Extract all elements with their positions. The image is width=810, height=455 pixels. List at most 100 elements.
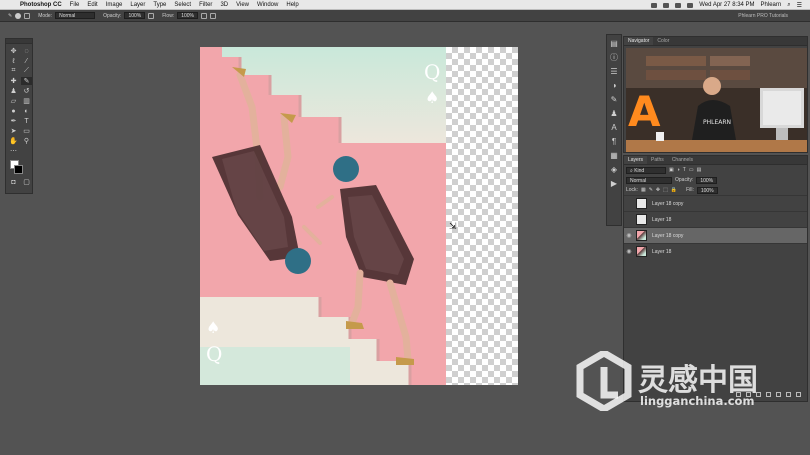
lock-transparent-icon[interactable]: ▦ xyxy=(641,187,646,193)
actions-panel-icon[interactable]: ▶ xyxy=(607,178,621,189)
styles-panel-icon[interactable]: ◈ xyxy=(607,164,621,175)
layer-row[interactable]: Layer 18 copy xyxy=(624,195,807,211)
menu-3d[interactable]: 3D xyxy=(220,2,228,8)
brush-icon: ✎ xyxy=(8,12,13,19)
filter-adjust-icon[interactable]: ◑ xyxy=(677,167,680,173)
lock-position-icon[interactable]: ✥ xyxy=(656,187,660,193)
airbrush-icon[interactable] xyxy=(201,12,207,19)
hand-tool-icon[interactable]: ✋ xyxy=(8,137,19,145)
layer-row-selected[interactable]: ◉ Layer 18 copy xyxy=(624,227,807,243)
wifi-icon[interactable] xyxy=(675,2,682,8)
marquee-tool-icon[interactable]: ◌ xyxy=(21,47,32,55)
pressure-size-icon[interactable] xyxy=(210,12,216,19)
tab-layers[interactable]: Layers xyxy=(624,156,648,164)
lock-all-icon[interactable]: 🔒 xyxy=(671,187,677,193)
type-tool-icon[interactable]: T xyxy=(21,117,32,125)
history-panel-icon[interactable]: ▤ xyxy=(607,38,621,49)
brush-tool-icon[interactable]: ✎ xyxy=(21,77,32,85)
quick-select-tool-icon[interactable]: ⁄ xyxy=(21,57,32,65)
layer-name[interactable]: Layer 18 xyxy=(652,249,671,255)
blur-tool-icon[interactable]: ● xyxy=(8,107,19,115)
options-bar: ✎ Mode: Normal Opacity: 100% Flow: 100% … xyxy=(0,10,810,22)
mode-select[interactable]: Normal xyxy=(55,12,96,19)
layer-opacity-field[interactable]: 100% xyxy=(696,176,718,184)
list-icon[interactable]: ☰ xyxy=(797,2,802,9)
tab-channels[interactable]: Channels xyxy=(668,156,697,164)
pressure-opacity-icon[interactable] xyxy=(148,12,155,19)
tab-navigator[interactable]: Navigator xyxy=(624,37,654,45)
status-icon[interactable] xyxy=(663,2,670,8)
eraser-tool-icon[interactable]: ▱ xyxy=(8,97,19,105)
zoom-tool-icon[interactable]: ⚲ xyxy=(21,137,32,145)
flow-field[interactable]: 100% xyxy=(177,12,198,19)
filter-smart-icon[interactable]: ▤ xyxy=(697,167,702,173)
stamp-tool-icon[interactable]: ♟ xyxy=(8,87,19,95)
filter-kind-select[interactable]: ⌕ Kind xyxy=(626,166,666,174)
menu-status-area: Wed Apr 27 8:34 PM Phlearn ⌕ ☰ xyxy=(651,0,802,10)
color-swatches[interactable] xyxy=(8,160,30,176)
move-tool-icon[interactable]: ✥ xyxy=(8,47,19,55)
eye-icon[interactable]: ◉ xyxy=(624,248,634,255)
menu-help[interactable]: Help xyxy=(286,2,298,8)
adjustments-panel-icon[interactable]: ◑ xyxy=(607,80,621,91)
tab-paths[interactable]: Paths xyxy=(647,156,668,164)
crop-tool-icon[interactable]: ⌗ xyxy=(8,67,19,75)
swatches-panel-icon[interactable]: ▦ xyxy=(607,150,621,161)
menu-edit[interactable]: Edit xyxy=(87,2,97,8)
menu-view[interactable]: View xyxy=(236,2,249,8)
paragraph-panel-icon[interactable]: ¶ xyxy=(607,136,621,147)
tab-color[interactable]: Color xyxy=(653,37,673,45)
info-panel-icon[interactable]: ⓘ xyxy=(607,52,621,63)
brush-panel-icon[interactable]: ✎ xyxy=(607,94,621,105)
clone-source-panel-icon[interactable]: ♟ xyxy=(607,108,621,119)
fill-field[interactable]: 100% xyxy=(696,186,718,194)
character-panel-icon[interactable]: A xyxy=(607,122,621,133)
dodge-tool-icon[interactable]: ◐ xyxy=(21,107,32,115)
brush-preset[interactable]: ✎ xyxy=(8,12,31,19)
screen-mode-icon[interactable]: ▢ xyxy=(21,178,32,186)
properties-panel-icon[interactable]: ☰ xyxy=(607,66,621,77)
layer-name[interactable]: Layer 18 copy xyxy=(652,233,683,239)
menu-select[interactable]: Select xyxy=(174,2,191,8)
gradient-tool-icon[interactable]: ▥ xyxy=(21,97,32,105)
clock[interactable]: Wed Apr 27 8:34 PM xyxy=(699,2,754,8)
layer-row[interactable]: ◉ Layer 18 xyxy=(624,243,807,259)
path-select-tool-icon[interactable]: ➤ xyxy=(8,127,19,135)
menu-image[interactable]: Image xyxy=(106,2,123,8)
pen-tool-icon[interactable]: ✒ xyxy=(8,117,19,125)
filter-shape-icon[interactable]: ▭ xyxy=(689,167,694,173)
layer-thumbnail xyxy=(636,198,647,209)
search-icon[interactable]: ⌕ xyxy=(787,2,790,9)
menu-file[interactable]: File xyxy=(70,2,80,8)
menu-filter[interactable]: Filter xyxy=(199,2,212,8)
blend-mode-select[interactable]: Normal xyxy=(626,176,672,184)
healing-tool-icon[interactable]: ✚ xyxy=(8,77,19,85)
eye-icon[interactable]: ◉ xyxy=(624,232,634,239)
history-brush-tool-icon[interactable]: ↺ xyxy=(21,87,32,95)
background-color[interactable] xyxy=(14,165,23,174)
battery-icon[interactable] xyxy=(687,2,694,8)
filter-type-icon[interactable]: T xyxy=(683,167,686,173)
filter-pixel-icon[interactable]: ▣ xyxy=(669,167,674,173)
menu-layer[interactable]: Layer xyxy=(130,2,145,8)
layer-name[interactable]: Layer 18 xyxy=(652,217,671,223)
lock-image-icon[interactable]: ✎ xyxy=(649,187,653,193)
menu-window[interactable]: Window xyxy=(257,2,278,8)
video-overlay: A PHLEARN xyxy=(626,48,807,152)
status-icon[interactable] xyxy=(651,2,658,8)
menu-type[interactable]: Type xyxy=(153,2,166,8)
eyedropper-tool-icon[interactable]: ⟋ xyxy=(21,67,32,75)
lock-artboard-icon[interactable]: ⬚ xyxy=(663,187,668,193)
layer-name[interactable]: Layer 18 copy xyxy=(652,201,683,207)
opacity-field[interactable]: 100% xyxy=(124,12,146,19)
app-menu[interactable]: Photoshop CC xyxy=(20,2,62,8)
more-tools-icon[interactable]: ⋯ xyxy=(8,147,19,155)
brush-panel-icon[interactable] xyxy=(24,12,31,19)
shape-tool-icon[interactable]: ▭ xyxy=(21,127,32,135)
mode-label: Mode: xyxy=(38,12,53,19)
document-canvas[interactable]: Q ♠ ♠ Q xyxy=(200,47,518,385)
layer-row[interactable]: Layer 18 xyxy=(624,211,807,227)
user-name[interactable]: Phlearn xyxy=(761,2,782,8)
quick-mask-icon[interactable]: ◘ xyxy=(8,178,19,186)
lasso-tool-icon[interactable]: ℓ xyxy=(8,57,19,65)
